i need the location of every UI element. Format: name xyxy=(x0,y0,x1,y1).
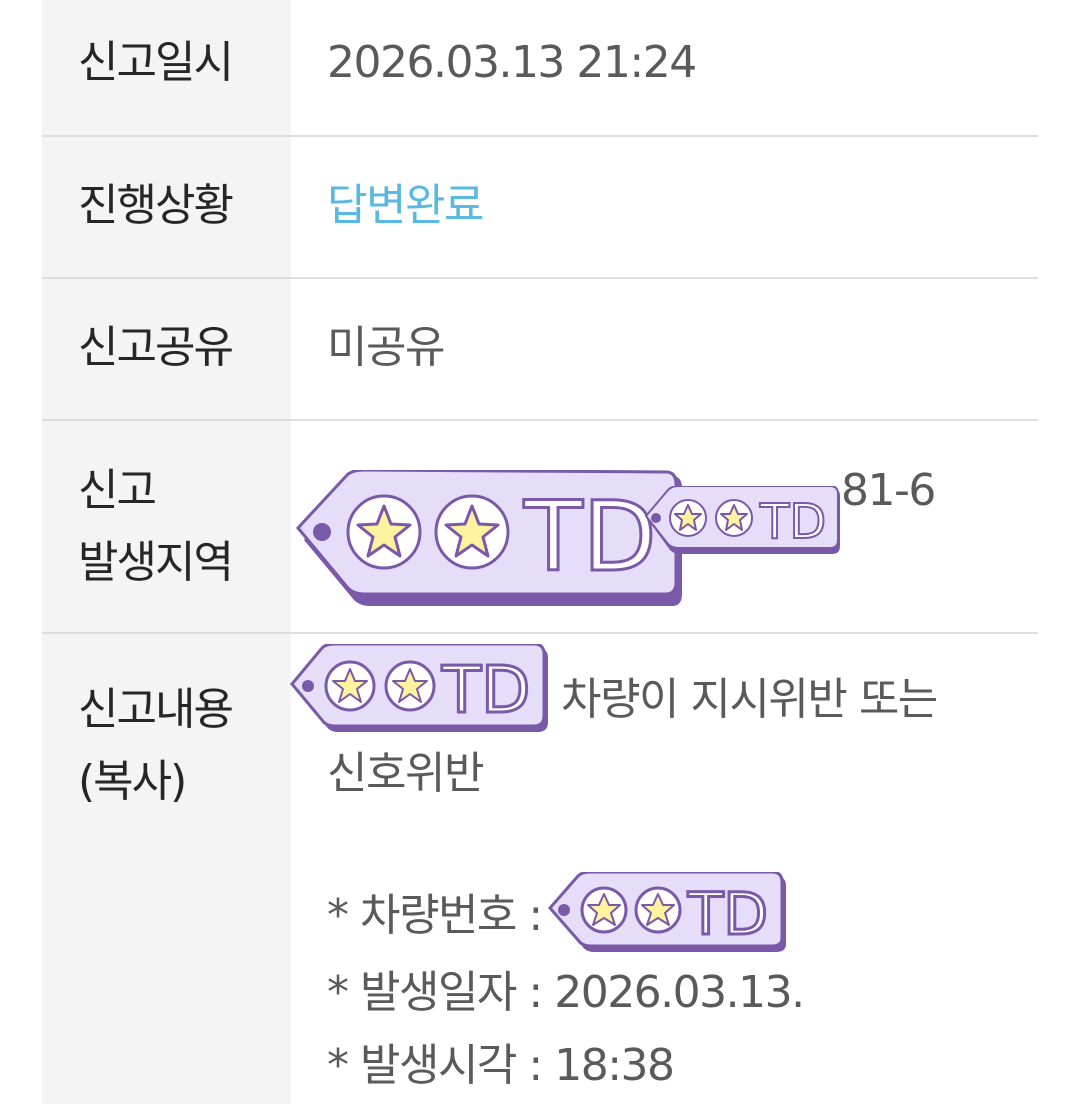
status-badge: 답변완료 xyxy=(327,180,484,231)
occurrence-time: * 발생시각 : 18:38 xyxy=(327,1040,675,1091)
label-location-line1: 신고 xyxy=(78,465,157,516)
privacy-mask-sticker-large: TD xyxy=(296,470,688,612)
row-progress: 진행상황 답변완료 xyxy=(42,137,1038,279)
mask-tag-text-small: TD xyxy=(759,494,826,550)
privacy-mask-sticker-small: TD xyxy=(644,486,844,556)
mask-tag-text-vehicle: TD xyxy=(687,880,768,948)
value-share: 미공유 xyxy=(327,322,445,373)
mask-tag-text-large: TD xyxy=(523,481,657,593)
label-location-line2: 발생지역 xyxy=(78,537,234,588)
content-text-line1: 차량이 지시위반 또는 xyxy=(561,674,938,725)
label-content: 신고내용 (복사) xyxy=(42,634,291,1104)
vehicle-number-label: * 차량번호 : xyxy=(327,890,543,941)
privacy-mask-sticker-content: TD xyxy=(290,644,552,734)
label-location: 신고 발생지역 xyxy=(42,421,291,632)
label-report-datetime: 신고일시 xyxy=(42,0,291,135)
value-report-datetime: 2026.03.13 21:24 xyxy=(327,37,697,88)
label-progress: 진행상황 xyxy=(42,137,291,277)
location-suffix: 81-6 xyxy=(841,465,936,516)
mask-tag-text-content: TD xyxy=(441,654,530,728)
occurrence-date: * 발생일자 : 2026.03.13. xyxy=(327,967,805,1018)
label-share: 신고공유 xyxy=(42,279,291,419)
row-share: 신고공유 미공유 xyxy=(42,279,1038,421)
privacy-mask-sticker-vehicle: TD xyxy=(548,872,790,954)
row-report-datetime: 신고일시 2026.03.13 21:24 xyxy=(42,0,1038,137)
label-content-line2: (복사) xyxy=(78,756,187,807)
label-content-line1: 신고내용 xyxy=(78,684,234,735)
content-text-line2: 신호위반 xyxy=(327,748,484,799)
